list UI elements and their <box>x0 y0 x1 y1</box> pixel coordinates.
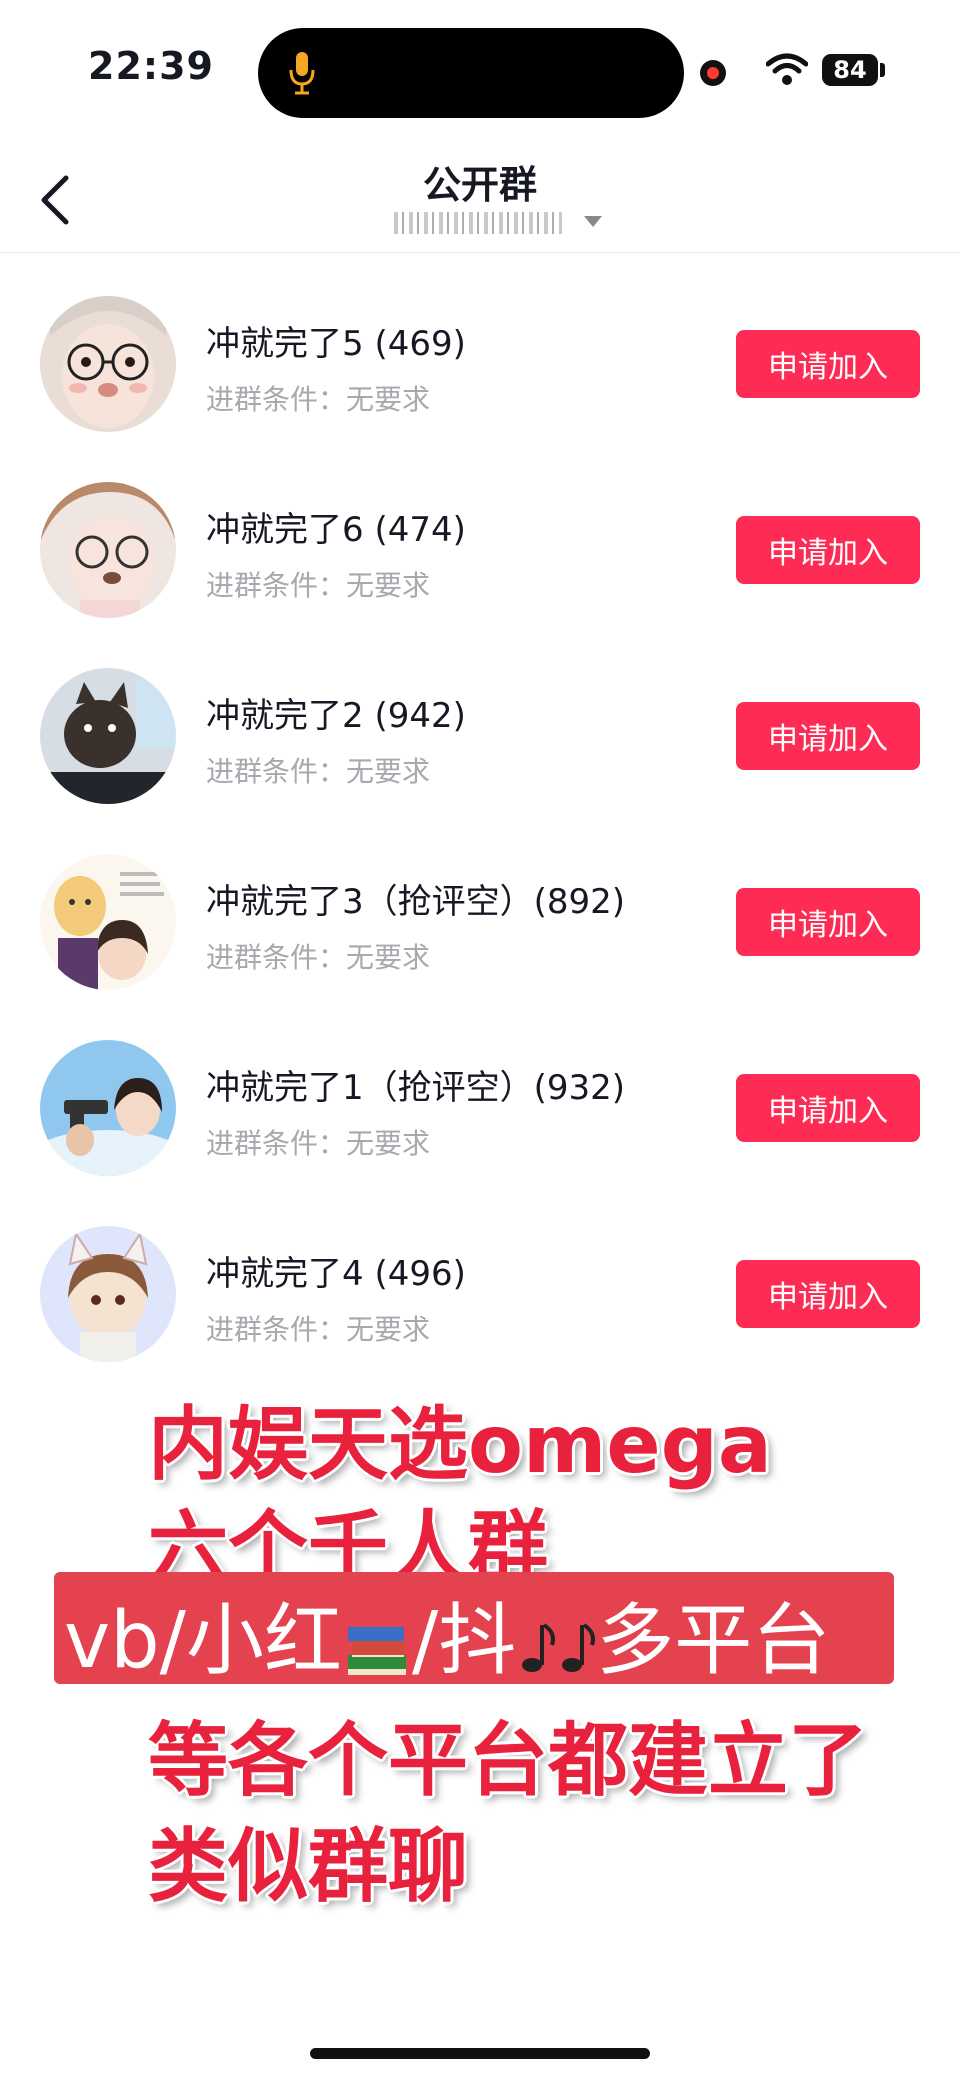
wifi-icon <box>766 53 808 85</box>
group-condition: 进群条件：无要求 <box>206 941 431 974</box>
battery-tip <box>880 63 885 77</box>
group-condition: 进群条件：无要求 <box>206 1313 431 1346</box>
music-notes-icon <box>522 1622 596 1672</box>
account-switcher[interactable] <box>394 212 614 236</box>
recording-indicator-icon <box>700 60 726 86</box>
books-icon <box>347 1626 406 1675</box>
dynamic-island <box>258 28 684 118</box>
list-item[interactable]: 冲就完了4 (496) 进群条件：无要求 申请加入 <box>0 1190 960 1376</box>
page-title: 公开群 <box>422 163 537 207</box>
join-group-button[interactable]: 申请加入 <box>736 330 920 398</box>
group-name: 冲就完了2 (942) <box>206 696 466 736</box>
group-name: 冲就完了4 (496) <box>206 1254 466 1294</box>
caption-line-5: 类似群聊 <box>148 1820 468 1913</box>
avatar <box>40 1040 176 1176</box>
list-item[interactable]: 冲就完了2 (942) 进群条件：无要求 申请加入 <box>0 632 960 818</box>
join-group-button[interactable]: 申请加入 <box>736 888 920 956</box>
caption-line-3-part-3: 多平台 <box>596 1596 831 1686</box>
caption-line-3-part-1: vb/小红 <box>64 1596 342 1686</box>
group-name: 冲就完了5 (469) <box>206 324 466 364</box>
caption-highlight-box: vb/小红 /抖 多平台 <box>54 1572 894 1686</box>
caption-line-3: vb/小红 /抖 多平台 <box>64 1578 830 1690</box>
avatar <box>40 668 176 804</box>
join-group-button[interactable]: 申请加入 <box>736 1260 920 1328</box>
group-condition: 进群条件：无要求 <box>206 755 431 788</box>
blurred-account-name <box>394 212 562 234</box>
group-name: 冲就完了6 (474) <box>206 510 466 550</box>
list-item[interactable]: 冲就完了3（抢评空）(892) 进群条件：无要求 申请加入 <box>0 818 960 1004</box>
group-list: 冲就完了5 (469) 进群条件：无要求 申请加入 冲就完了6 (474) 进群… <box>0 260 960 1376</box>
group-name: 冲就完了3（抢评空）(892) <box>206 882 626 922</box>
microphone-icon <box>289 52 315 95</box>
list-item[interactable]: 冲就完了1（抢评空）(932) 进群条件：无要求 申请加入 <box>0 1004 960 1190</box>
navigation-bar: 公开群 <box>0 140 960 253</box>
list-item[interactable]: 冲就完了5 (469) 进群条件：无要求 申请加入 <box>0 260 960 446</box>
home-indicator[interactable] <box>310 2048 650 2059</box>
group-condition: 进群条件：无要求 <box>206 1127 431 1160</box>
avatar <box>40 482 176 618</box>
avatar <box>40 1226 176 1362</box>
join-group-button[interactable]: 申请加入 <box>736 702 920 770</box>
avatar <box>40 854 176 990</box>
chevron-down-icon <box>584 216 602 227</box>
join-group-button[interactable]: 申请加入 <box>736 516 920 584</box>
status-time: 22:39 <box>88 44 214 88</box>
caption-line-3-part-2: /抖 <box>411 1596 517 1686</box>
status-bar: 22:39 84 <box>0 0 960 140</box>
avatar <box>40 296 176 432</box>
group-condition: 进群条件：无要求 <box>206 569 431 602</box>
group-condition: 进群条件：无要求 <box>206 383 431 416</box>
caption-line-4: 等各个平台都建立了 <box>148 1714 868 1807</box>
caption-line-1: 内娱天选omega <box>148 1398 772 1491</box>
group-name: 冲就完了1（抢评空）(932) <box>206 1068 626 1108</box>
battery-level: 84 <box>822 54 878 86</box>
join-group-button[interactable]: 申请加入 <box>736 1074 920 1142</box>
list-item[interactable]: 冲就完了6 (474) 进群条件：无要求 申请加入 <box>0 446 960 632</box>
